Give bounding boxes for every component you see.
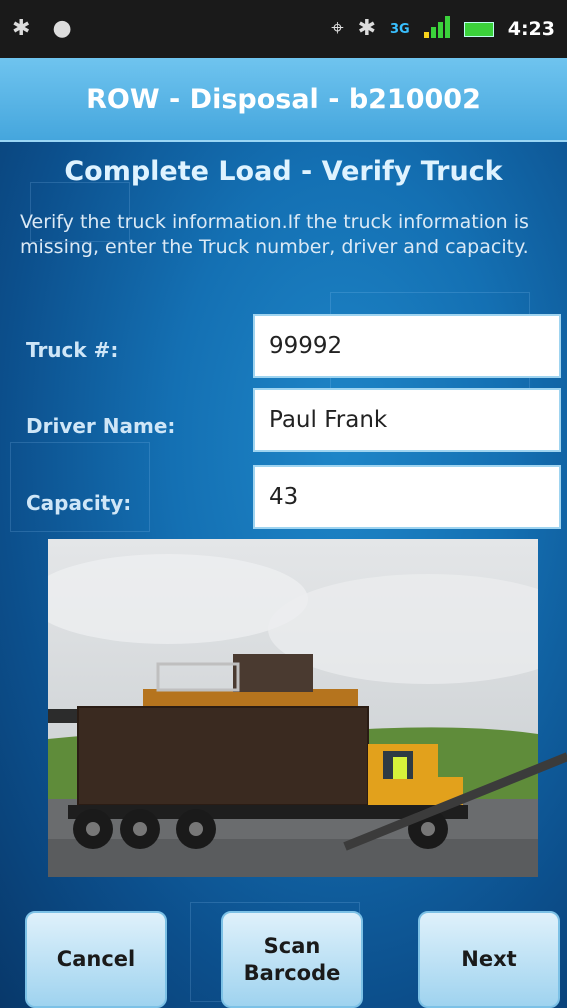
truck-number-input[interactable] xyxy=(253,314,561,378)
decorative-pattern xyxy=(10,442,150,532)
capacity-label: Capacity: xyxy=(26,491,132,515)
next-button[interactable]: Next xyxy=(418,911,560,1008)
driver-name-input[interactable] xyxy=(253,388,561,452)
cancel-button[interactable]: Cancel xyxy=(25,911,167,1008)
app-title-bar: ROW - Disposal - b210002 xyxy=(0,58,567,142)
truck-number-label: Truck #: xyxy=(26,338,119,362)
main-content: Complete Load - Verify Truck Verify the … xyxy=(0,142,567,1008)
notification-icon: ● xyxy=(52,16,72,41)
status-time: 4:23 xyxy=(507,18,555,40)
network-3g-icon: 3G xyxy=(390,21,410,37)
screen-subtitle: Complete Load - Verify Truck xyxy=(64,156,503,187)
bluetooth-icon: ✱ xyxy=(357,16,377,41)
page-title: ROW - Disposal - b210002 xyxy=(86,83,481,115)
status-bar: ✱ ● ⌖ ✱ 3G 4:23 xyxy=(0,0,567,58)
bluetooth-icon: ✱ xyxy=(12,16,31,41)
scan-barcode-button[interactable]: Scan Barcode xyxy=(221,911,363,1008)
instructions-text: Verify the truck information.If the truc… xyxy=(20,211,529,258)
driver-name-label: Driver Name: xyxy=(26,414,176,438)
truck-photo xyxy=(48,539,538,877)
signal-icon xyxy=(423,16,450,42)
gps-icon: ⌖ xyxy=(331,16,344,41)
capacity-input[interactable] xyxy=(253,465,561,529)
battery-icon xyxy=(463,21,494,37)
